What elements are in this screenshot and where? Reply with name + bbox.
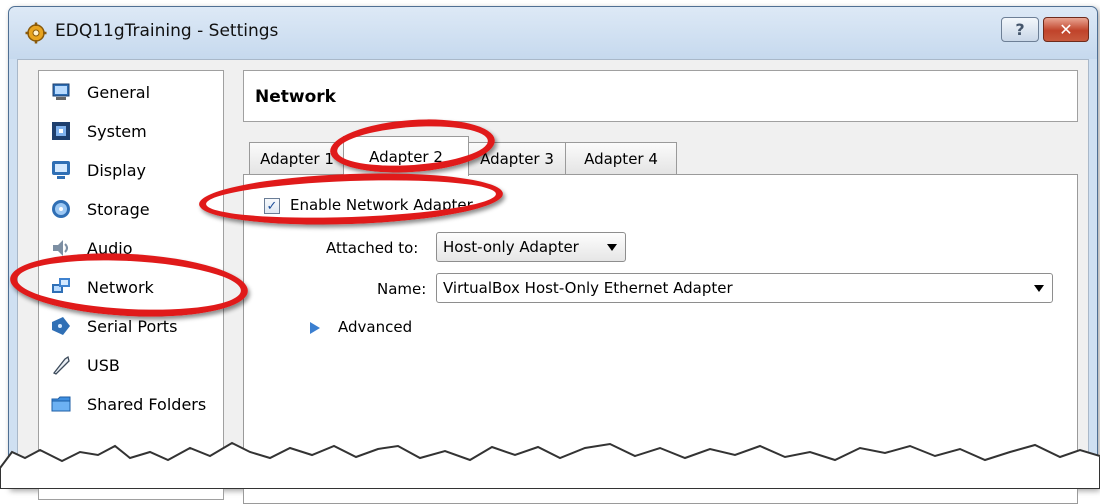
sidebar-item-label: System (87, 121, 147, 141)
tab-adapter-1[interactable]: Adapter 1 (249, 142, 345, 174)
attached-to-label: Attached to: (326, 239, 419, 257)
sidebar-item-label: General (87, 82, 151, 102)
attached-to-select[interactable]: Host-only Adapter (436, 232, 626, 262)
settings-category-list: General System Display Storage Audio Net… (38, 70, 224, 500)
speaker-icon (51, 238, 71, 258)
adapter-name-select[interactable]: VirtualBox Host-Only Ethernet Adapter (436, 273, 1053, 303)
sidebar-item-shared-folders[interactable]: Shared Folders (39, 385, 223, 423)
sidebar-item-label: Shared Folders (87, 394, 207, 414)
chip-icon (51, 121, 71, 141)
sidebar-item-label: Storage (87, 199, 150, 219)
tab-adapter-3[interactable]: Adapter 3 (467, 142, 567, 174)
network-icon (51, 277, 71, 297)
adapter-name-value: VirtualBox Host-Only Ethernet Adapter (443, 279, 733, 297)
expand-arrow-icon[interactable] (310, 322, 320, 334)
monitor-icon (51, 82, 71, 102)
serial-port-icon (51, 316, 71, 336)
chevron-down-icon (1034, 285, 1044, 292)
enable-adapter-checkbox[interactable]: ✓ (264, 198, 280, 214)
section-header: Network (243, 70, 1078, 122)
gear-icon (25, 22, 47, 44)
tab-adapter-2[interactable]: Adapter 2 (343, 136, 469, 176)
sidebar-item-system[interactable]: System (39, 112, 223, 150)
usb-icon (51, 355, 71, 375)
close-button[interactable]: ✕ (1043, 17, 1089, 42)
sidebar-item-serial-ports[interactable]: Serial Ports (39, 307, 223, 345)
sidebar-item-display[interactable]: Display (39, 151, 223, 189)
window-title: EDQ11gTraining - Settings (55, 21, 279, 41)
attached-to-value: Host-only Adapter (443, 238, 579, 256)
sidebar-item-label: USB (87, 355, 120, 375)
page-title: Network (255, 87, 336, 107)
sidebar-item-usb[interactable]: USB (39, 346, 223, 384)
sidebar-item-label: Network (87, 277, 154, 297)
disk-icon (51, 199, 71, 219)
sidebar-item-label: Serial Ports (87, 316, 178, 336)
sidebar-item-network[interactable]: Network (39, 268, 223, 306)
sidebar-item-audio[interactable]: Audio (39, 229, 223, 267)
name-label: Name: (377, 280, 427, 298)
advanced-toggle[interactable]: Advanced (338, 318, 412, 336)
dialog-content: General System Display Storage Audio Net… (17, 59, 1089, 504)
sidebar-item-general[interactable]: General (39, 73, 223, 111)
chevron-down-icon (607, 244, 617, 251)
display-icon (51, 160, 71, 180)
sidebar-item-storage[interactable]: Storage (39, 190, 223, 228)
sidebar-item-label: Display (87, 160, 146, 180)
sidebar-item-label: Audio (87, 238, 133, 258)
enable-adapter-label[interactable]: Enable Network Adapter (290, 196, 473, 214)
adapter-settings-panel: ✓ Enable Network Adapter Attached to: Ho… (243, 174, 1078, 504)
folder-icon (51, 394, 71, 414)
tab-adapter-4[interactable]: Adapter 4 (565, 142, 677, 174)
title-bar[interactable]: EDQ11gTraining - Settings ? ✕ (9, 7, 1097, 59)
settings-window: EDQ11gTraining - Settings ? ✕ General Sy… (8, 6, 1098, 504)
help-button[interactable]: ? (1001, 17, 1039, 42)
